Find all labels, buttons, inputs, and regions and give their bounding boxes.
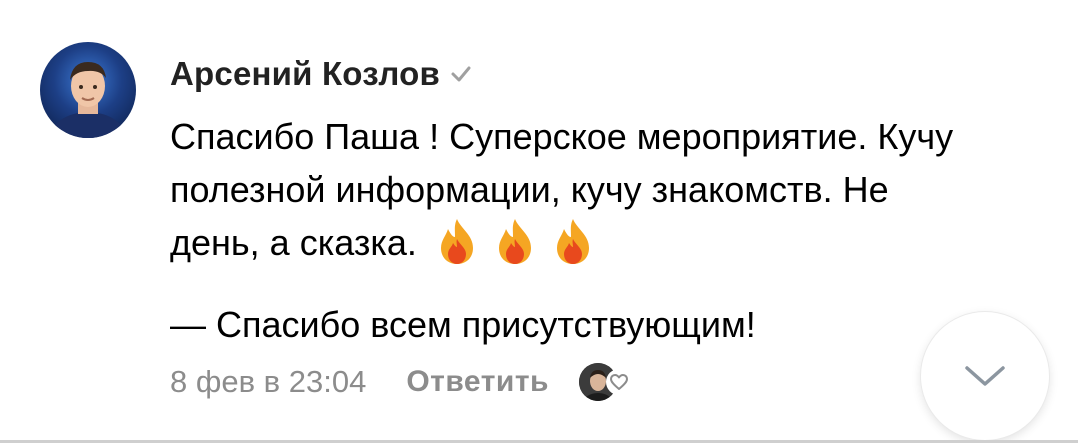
- author-avatar[interactable]: [40, 42, 136, 138]
- checkmark-icon: [450, 63, 472, 85]
- comment-line-with-emoji: день, а сказка.: [170, 216, 1040, 279]
- comment-header: Арсений Козлов: [170, 50, 472, 98]
- fire-icon: [435, 217, 479, 265]
- scroll-down-button[interactable]: [921, 312, 1049, 440]
- comment-line: полезной информации, кучу знакомств. Не: [170, 169, 889, 210]
- reply-button[interactable]: Ответить: [406, 365, 549, 399]
- comment-line: Спасибо Паша ! Суперское мероприятие. Ку…: [170, 116, 954, 157]
- heart-icon: [605, 368, 633, 396]
- author-name[interactable]: Арсений Козлов: [170, 55, 440, 93]
- like-button[interactable]: [578, 360, 639, 404]
- fire-icon: [551, 217, 595, 265]
- person-photo: [48, 62, 128, 138]
- reply-quote: — Спасибо всем присутствующим!: [170, 304, 756, 345]
- timestamp[interactable]: 8 фев в 23:04: [170, 364, 366, 400]
- comment-body: Спасибо Паша ! Суперское мероприятие. Ку…: [170, 110, 1040, 279]
- chevron-down-icon: [965, 366, 1005, 386]
- fire-emoji-group: [435, 217, 609, 279]
- comment-footer: 8 фев в 23:04 Ответить: [170, 358, 639, 406]
- fire-icon: [493, 217, 537, 265]
- comment-line: день, а сказка.: [170, 222, 417, 263]
